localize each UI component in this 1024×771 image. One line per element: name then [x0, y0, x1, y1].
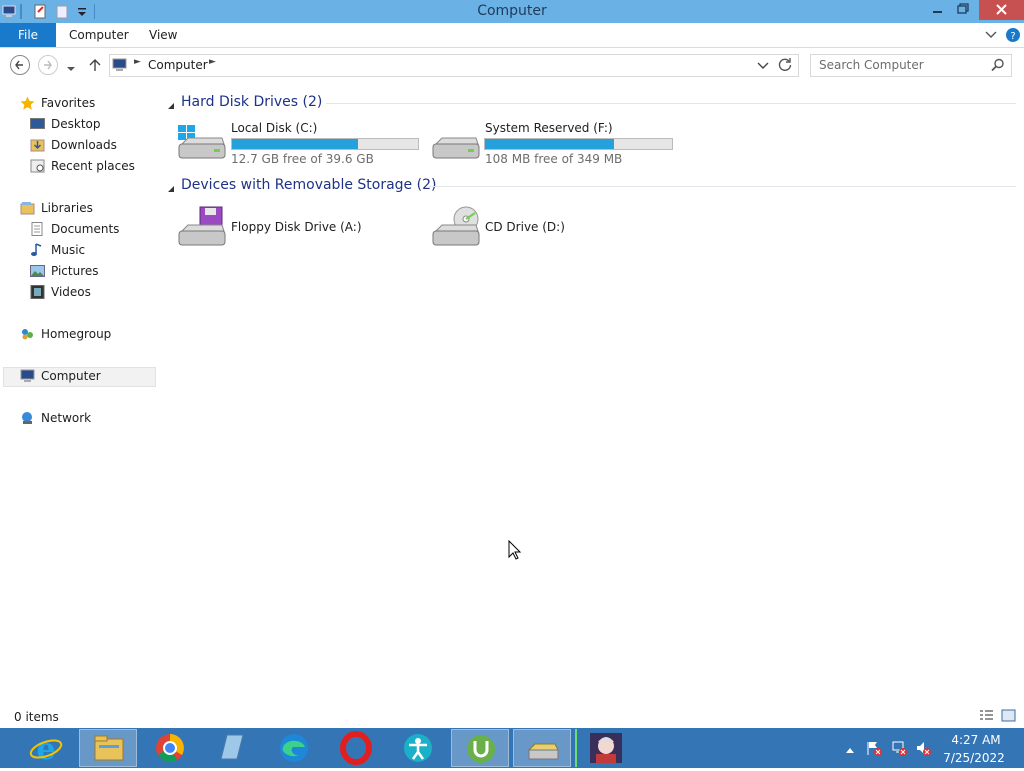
group-collapse-icon[interactable] — [167, 182, 175, 196]
desktop-icon — [30, 117, 45, 131]
window-title: Computer — [477, 3, 547, 19]
group-title-removable-storage[interactable]: Devices with Removable Storage (2) — [181, 177, 436, 193]
svg-text:e: e — [36, 732, 55, 767]
utorrent-icon — [467, 735, 495, 763]
address-bar[interactable]: ► Computer ► — [109, 54, 799, 77]
music-icon — [30, 243, 45, 257]
recent-locations-dropdown-icon[interactable] — [66, 61, 76, 75]
drive-item-a[interactable] — [176, 205, 226, 252]
search-input[interactable]: Search Computer — [810, 54, 1012, 77]
search-icon[interactable] — [991, 58, 1005, 75]
taskbar-utorrent[interactable] — [451, 729, 509, 767]
large-icons-view-icon[interactable] — [1001, 709, 1017, 726]
internet-explorer-icon: e — [29, 732, 63, 767]
taskbar-opera[interactable] — [327, 729, 385, 767]
drive-name-a[interactable]: Floppy Disk Drive (A:) — [231, 220, 362, 234]
details-view-icon[interactable] — [978, 709, 994, 726]
svg-text:?: ? — [1010, 31, 1015, 42]
hard-drive-icon — [432, 137, 480, 159]
close-button[interactable] — [979, 0, 1024, 20]
tab-file[interactable]: File — [0, 23, 56, 47]
breadcrumb-computer[interactable]: Computer — [148, 58, 208, 72]
taskbar-edge[interactable] — [265, 729, 323, 767]
floppy-drive-icon — [178, 206, 226, 246]
taskbar-chrome[interactable] — [141, 729, 199, 767]
search-placeholder: Search Computer — [819, 58, 924, 72]
forward-button[interactable] — [38, 55, 58, 75]
action-center-flag-icon[interactable] — [866, 740, 882, 759]
local-disk-icon — [178, 125, 226, 159]
taskbar-disk-tool[interactable] — [513, 729, 571, 767]
mouse-cursor-icon — [508, 539, 522, 563]
documents-icon — [30, 222, 45, 236]
libraries-icon — [20, 201, 35, 215]
group-collapse-icon[interactable] — [167, 99, 175, 113]
up-arrow-icon[interactable] — [88, 57, 102, 76]
computer-icon — [112, 58, 128, 75]
refresh-icon[interactable] — [776, 56, 794, 77]
recent-places-icon — [30, 159, 45, 173]
videos-icon — [30, 285, 45, 299]
drive-item-c[interactable] — [176, 122, 226, 169]
network-status-icon[interactable] — [891, 740, 907, 759]
anime-app-icon — [590, 733, 622, 763]
drive-name-c[interactable]: Local Disk (C:) — [231, 121, 317, 135]
drive-usage-bar-c — [231, 138, 419, 150]
drive-name-f[interactable]: System Reserved (F:) — [485, 121, 613, 135]
clock-date[interactable]: 7/25/2022 — [942, 751, 1006, 765]
cd-drive-icon — [432, 206, 480, 246]
tab-view[interactable]: View — [149, 23, 177, 47]
computer-icon — [20, 369, 35, 383]
taskbar-file-explorer[interactable] — [79, 729, 137, 767]
edge-icon — [280, 734, 308, 762]
breadcrumb-separator-icon[interactable]: ► — [134, 57, 141, 67]
network-icon — [20, 411, 35, 425]
opera-icon — [340, 731, 372, 765]
clock-time[interactable]: 4:27 AM — [946, 733, 1006, 747]
drive-item-f[interactable] — [430, 122, 480, 169]
minimize-button[interactable] — [925, 0, 949, 20]
chrome-icon — [156, 734, 184, 762]
homegroup-icon — [20, 327, 35, 341]
back-button[interactable] — [10, 55, 30, 75]
expand-ribbon-icon[interactable] — [985, 29, 997, 43]
drive-name-d[interactable]: CD Drive (D:) — [485, 220, 565, 234]
drive-free-space-f: 108 MB free of 349 MB — [485, 152, 623, 166]
taskbar-notepad[interactable] — [203, 729, 261, 767]
status-item-count: 0 items — [14, 710, 59, 724]
taskbar-accessibility[interactable] — [389, 729, 447, 767]
tab-computer[interactable]: Computer — [69, 23, 129, 47]
show-hidden-icons-icon[interactable] — [845, 743, 855, 757]
group-divider — [429, 186, 1016, 187]
drive-usage-bar-f — [484, 138, 673, 150]
help-icon[interactable]: ? — [1005, 27, 1021, 46]
accessibility-icon — [404, 734, 432, 762]
address-dropdown-icon[interactable] — [757, 60, 769, 74]
restore-button[interactable] — [950, 0, 974, 20]
file-explorer-icon — [94, 735, 124, 761]
group-divider — [326, 103, 1016, 104]
taskbar-internet-explorer[interactable]: e — [17, 729, 75, 767]
downloads-icon — [30, 138, 45, 152]
disk-tool-icon — [527, 743, 559, 760]
group-title-hard-disk-drives[interactable]: Hard Disk Drives (2) — [181, 94, 322, 110]
drive-item-d[interactable] — [430, 205, 480, 252]
volume-muted-icon[interactable] — [915, 740, 931, 759]
taskbar-anime-app[interactable] — [575, 729, 633, 767]
pictures-icon — [30, 264, 45, 278]
notepad-icon — [220, 734, 244, 760]
star-icon — [20, 96, 35, 110]
breadcrumb-separator-icon[interactable]: ► — [209, 57, 216, 67]
drive-free-space-c: 12.7 GB free of 39.6 GB — [231, 152, 374, 166]
